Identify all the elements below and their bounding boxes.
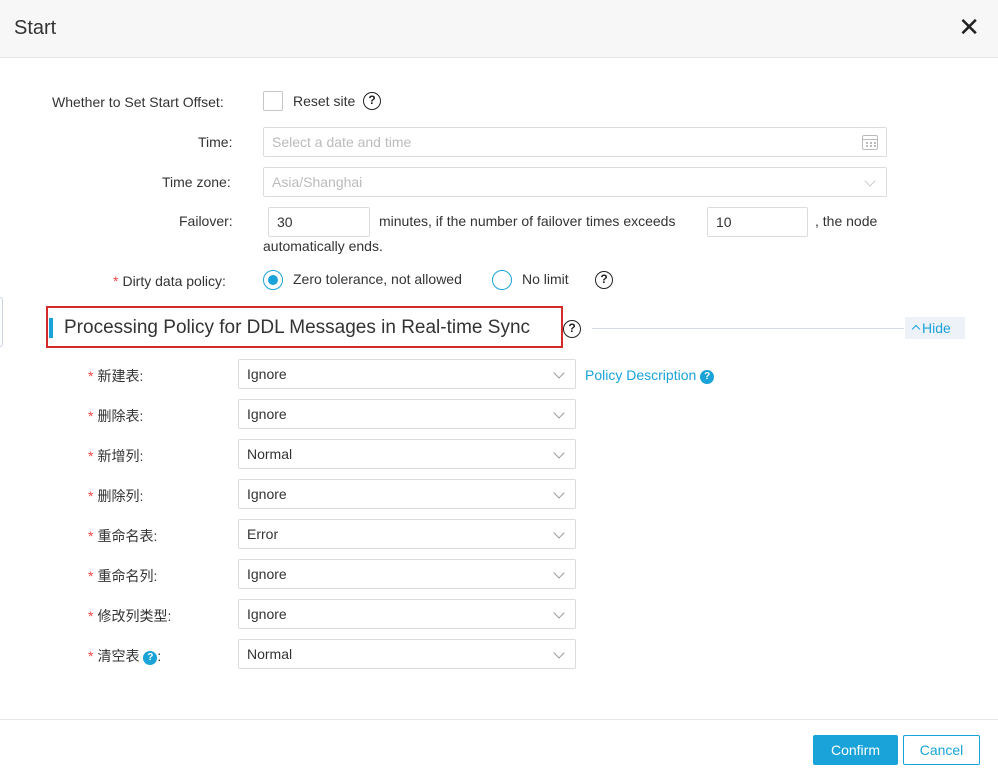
reset-site-label: Reset site [293, 93, 356, 109]
policy-help-icon[interactable]: ? [700, 370, 715, 384]
footer-divider [0, 719, 998, 720]
ddl-policy-select[interactable]: Normal [238, 439, 576, 469]
section-divider [592, 328, 904, 329]
failover-times-input[interactable]: 10 [707, 207, 808, 237]
ddl-row-label: * 重命名表: [88, 528, 158, 544]
ddl-policy-select[interactable]: Error [238, 519, 576, 549]
ddl-row-label: * 删除表: [88, 408, 144, 424]
no-limit-label: No limit [522, 271, 569, 287]
failover-middle-text: minutes, if the number of failover times… [379, 213, 676, 229]
time-zone-label: Time zone: [162, 174, 231, 190]
ddl-policy-select[interactable]: Ignore [238, 359, 576, 389]
chevron-down-icon [553, 607, 565, 619]
time-picker[interactable]: Select a date and time [263, 127, 887, 157]
time-zone-value: Asia/Shanghai [272, 174, 363, 190]
dialog-header: Start ✕ [0, 0, 998, 58]
ddl-row-label: * 删除列: [88, 488, 144, 504]
start-dialog: Start ✕ Whether to Set Start Offset: Res… [0, 0, 998, 779]
ddl-policy-select[interactable]: Ignore [238, 599, 576, 629]
close-icon[interactable]: ✕ [958, 13, 980, 41]
failover-label: Failover: [179, 213, 233, 229]
failover-tail-text: , the node [815, 213, 878, 229]
ddl-row-label: * 清空表 ?: [88, 648, 162, 665]
cancel-button[interactable]: Cancel [903, 735, 980, 765]
failover-wrap-text: automatically ends. [263, 238, 383, 254]
policy-description-link[interactable]: Policy Description ? [585, 367, 715, 384]
ddl-row-label: * 新增列: [88, 448, 144, 464]
time-label: Time: [198, 134, 233, 150]
chevron-down-icon [553, 367, 565, 379]
ddl-policy-select[interactable]: Normal [238, 639, 576, 669]
no-limit-radio[interactable] [492, 270, 512, 290]
start-offset-label: Whether to Set Start Offset: [52, 94, 224, 110]
chevron-up-icon [911, 324, 921, 334]
truncate-help-icon[interactable]: ? [143, 651, 158, 665]
time-placeholder: Select a date and time [272, 134, 412, 150]
hide-section-button[interactable]: Hide [905, 317, 965, 339]
ddl-section-title: Processing Policy for DDL Messages in Re… [64, 317, 531, 338]
chevron-down-icon [553, 567, 565, 579]
confirm-button[interactable]: Confirm [813, 735, 898, 765]
failover-minutes-value: 30 [277, 214, 293, 230]
failover-minutes-input[interactable]: 30 [268, 207, 370, 237]
ddl-row-label: * 修改列类型: [88, 608, 172, 624]
chevron-down-icon [864, 175, 876, 187]
failover-times-value: 10 [716, 214, 732, 230]
section-accent-bar [49, 318, 53, 338]
zero-tolerance-radio[interactable] [263, 270, 283, 290]
reset-site-checkbox[interactable] [263, 91, 283, 111]
side-drawer-tab[interactable] [0, 297, 3, 347]
chevron-down-icon [553, 527, 565, 539]
ddl-policy-select[interactable]: Ignore [238, 559, 576, 589]
ddl-policy-select[interactable]: Ignore [238, 399, 576, 429]
chevron-down-icon [553, 447, 565, 459]
ddl-row-label: * 重命名列: [88, 568, 158, 584]
reset-site-help-icon[interactable]: ? [363, 92, 381, 110]
ddl-row-label: * 新建表: [88, 368, 144, 384]
chevron-down-icon [553, 487, 565, 499]
dialog-title: Start [14, 17, 57, 39]
ddl-policy-select[interactable]: Ignore [238, 479, 576, 509]
calendar-icon[interactable] [862, 135, 878, 150]
hide-label: Hide [922, 320, 951, 336]
ddl-section-help-icon[interactable]: ? [563, 320, 581, 338]
chevron-down-icon [553, 407, 565, 419]
dirty-data-label: * Dirty data policy: [113, 273, 226, 289]
dirty-data-help-icon[interactable]: ? [595, 271, 613, 289]
time-zone-select[interactable]: Asia/Shanghai [263, 167, 887, 197]
zero-tolerance-label: Zero tolerance, not allowed [293, 271, 462, 287]
chevron-down-icon [553, 647, 565, 659]
